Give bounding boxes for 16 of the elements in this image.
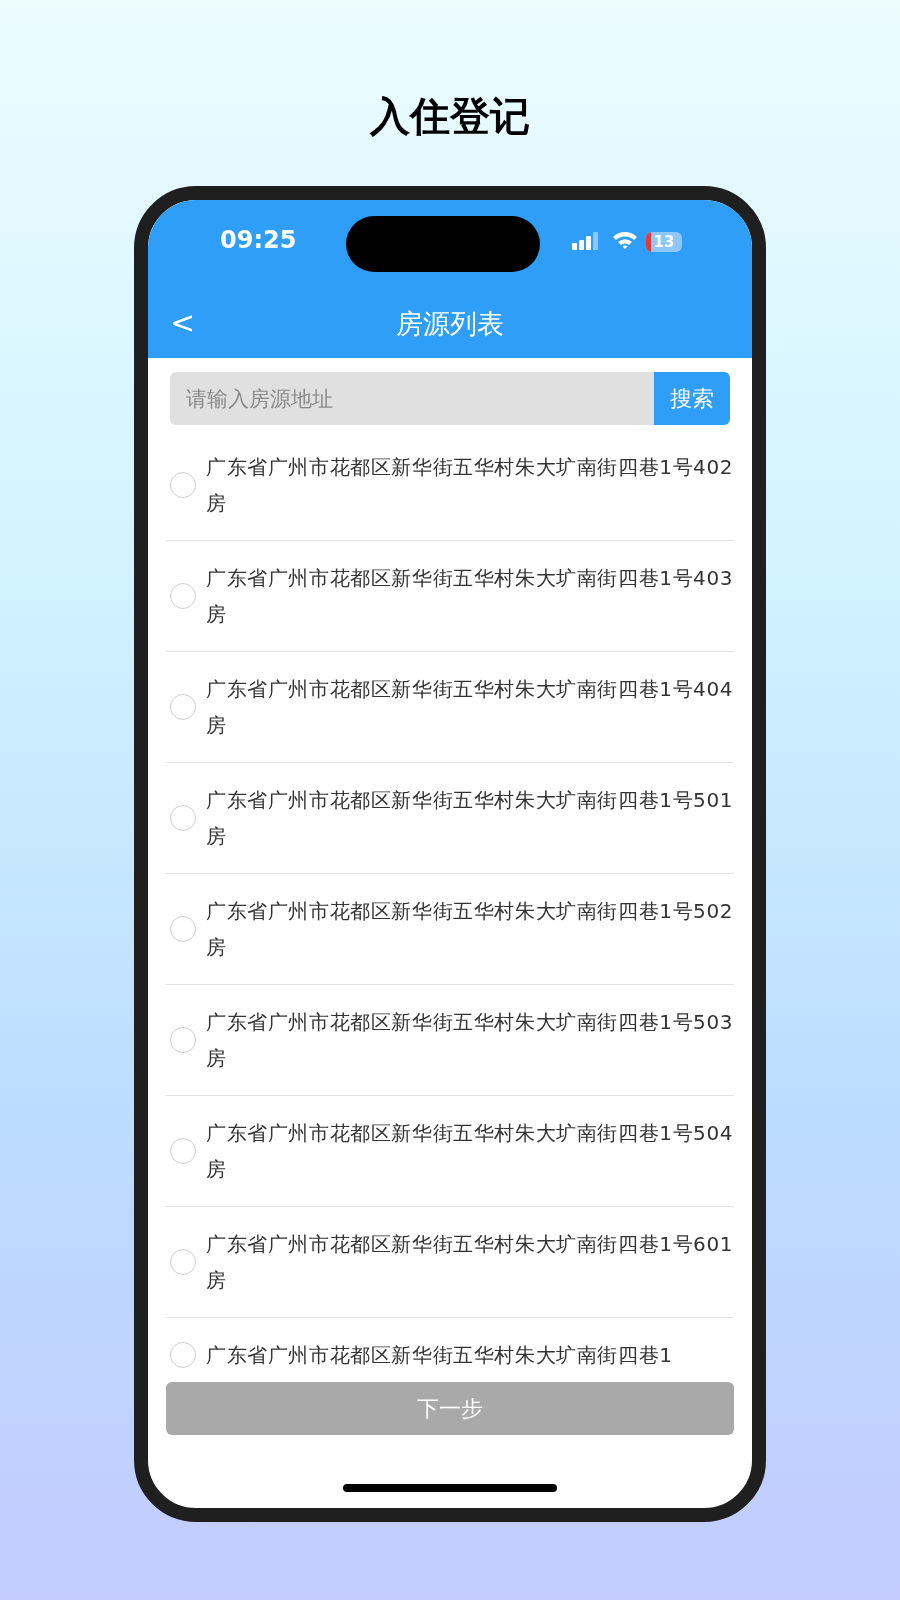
listing-address[interactable]: 广东省广州市花都区新华街五华村朱大圹南街四巷1号601房 [206, 1226, 736, 1298]
listing-address[interactable]: 广东省广州市花都区新华街五华村朱大圹南街四巷1号402房 [206, 449, 736, 521]
listing-address[interactable]: 广东省广州市花都区新华街五华村朱大圹南街四巷1号503房 [206, 1004, 736, 1076]
nav-title: 房源列表 [396, 307, 504, 341]
listing-address[interactable]: 广东省广州市花都区新华街五华村朱大圹南街四巷1号404房 [206, 671, 736, 743]
listing-address[interactable]: 广东省广州市花都区新华街五华村朱大圹南街四巷1号504房 [206, 1115, 736, 1187]
battery-icon: 13 [646, 232, 682, 252]
signal-icon [572, 232, 600, 250]
search-field[interactable]: 请输入房源地址 [170, 372, 654, 425]
wifi-icon [612, 230, 638, 250]
listing-address[interactable]: 广东省广州市花都区新华街五华村朱大圹南街四巷1号501房 [206, 782, 736, 854]
status-time: 09:25 [220, 226, 297, 254]
listing-address[interactable]: 广东省广州市花都区新华街五华村朱大圹南街四巷1号502房 [206, 893, 736, 965]
page-title: 入住登记 [370, 92, 530, 141]
listing-address[interactable]: 广东省广州市花都区新华街五华村朱大圹南街四巷1号403房 [206, 560, 736, 632]
listing-address[interactable]: 广东省广州市花都区新华街五华村朱大圹南街四巷1 [206, 1337, 736, 1370]
